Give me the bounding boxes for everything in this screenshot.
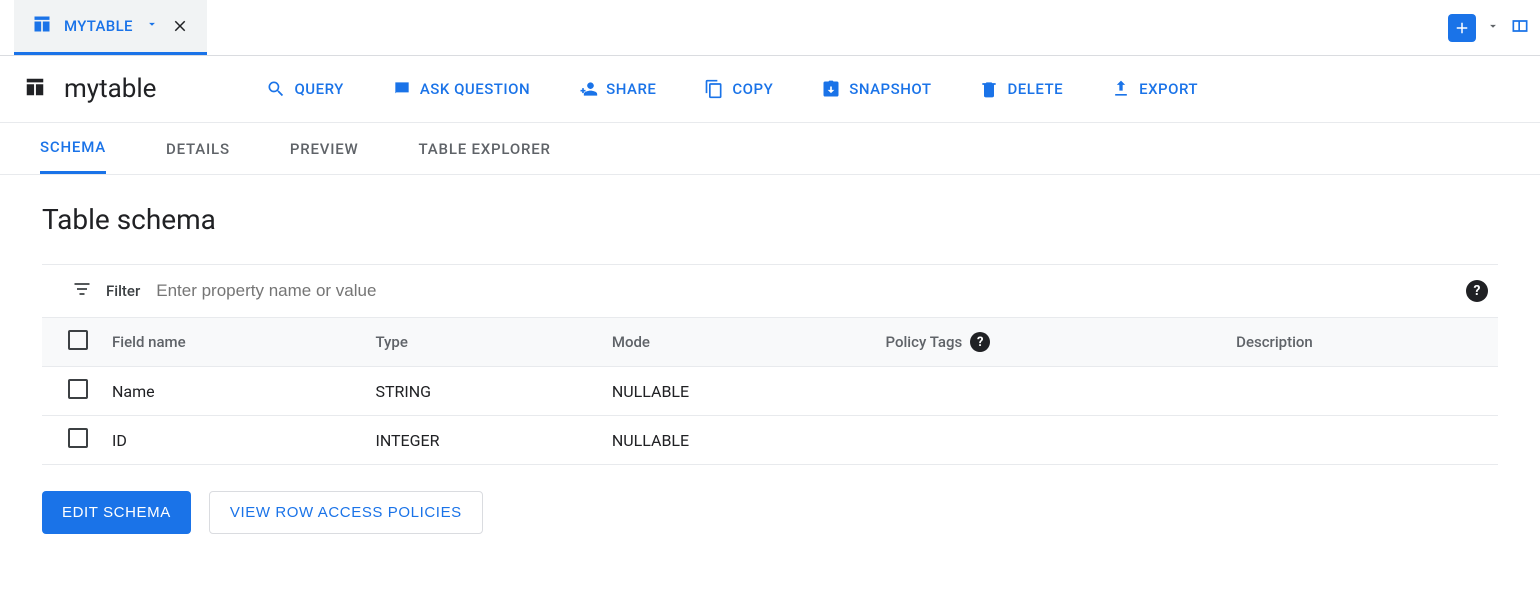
cell-field-name: Name	[102, 367, 365, 416]
table-header-row: Field name Type Mode Policy Tags ? Descr…	[42, 318, 1498, 367]
tab-details[interactable]: DETAILS	[166, 123, 230, 174]
schema-button-row: EDIT SCHEMA VIEW ROW ACCESS POLICIES	[42, 491, 1498, 534]
cell-mode: NULLABLE	[602, 416, 876, 465]
add-tab-button[interactable]	[1448, 14, 1476, 42]
help-icon[interactable]: ?	[970, 332, 990, 352]
schema-table: Field name Type Mode Policy Tags ? Descr…	[42, 317, 1498, 465]
ask-question-button[interactable]: ASK QUESTION	[392, 79, 530, 99]
export-label: EXPORT	[1139, 80, 1198, 98]
select-all-checkbox[interactable]	[68, 330, 88, 350]
ask-question-label: ASK QUESTION	[420, 80, 530, 98]
page-title: mytable	[64, 74, 156, 104]
filter-icon	[72, 279, 92, 303]
panel-icon[interactable]	[1510, 16, 1530, 40]
action-toolbar: QUERY ASK QUESTION SHARE COPY SNAPSHOT D…	[266, 79, 1198, 99]
filter-label: Filter	[106, 282, 140, 300]
row-checkbox[interactable]	[68, 428, 88, 448]
snapshot-label: SNAPSHOT	[849, 80, 931, 98]
cell-policy	[876, 367, 1227, 416]
cell-description	[1226, 416, 1498, 465]
title-bar: mytable QUERY ASK QUESTION SHARE COPY SN…	[0, 56, 1540, 123]
col-mode: Mode	[602, 318, 876, 367]
cell-policy	[876, 416, 1227, 465]
delete-label: DELETE	[1007, 80, 1063, 98]
filter-row: Filter ?	[42, 264, 1498, 317]
tabbar-right-controls	[1448, 0, 1540, 55]
document-tab-mytable[interactable]: MYTABLE	[14, 0, 207, 55]
col-description: Description	[1226, 318, 1498, 367]
tab-menu-chevron-icon[interactable]	[1486, 19, 1500, 37]
schema-panel: Table schema Filter ? Field name Type Mo…	[0, 175, 1540, 562]
section-heading: Table schema	[42, 203, 1498, 236]
tab-table-explorer[interactable]: TABLE EXPLORER	[419, 123, 551, 174]
share-label: SHARE	[606, 80, 656, 98]
view-row-access-policies-button[interactable]: VIEW ROW ACCESS POLICIES	[209, 491, 483, 534]
col-policy: Policy Tags ?	[876, 318, 1227, 367]
chevron-down-icon[interactable]	[145, 17, 159, 35]
filter-input[interactable]	[154, 280, 1452, 302]
copy-label: COPY	[732, 80, 773, 98]
snapshot-button[interactable]: SNAPSHOT	[821, 79, 931, 99]
cell-type: INTEGER	[365, 416, 601, 465]
export-button[interactable]: EXPORT	[1111, 79, 1198, 99]
share-button[interactable]: SHARE	[578, 79, 656, 99]
tab-schema[interactable]: SCHEMA	[40, 123, 106, 174]
col-type: Type	[365, 318, 601, 367]
edit-schema-button[interactable]: EDIT SCHEMA	[42, 491, 191, 534]
delete-button[interactable]: DELETE	[979, 79, 1063, 99]
close-icon[interactable]	[171, 17, 189, 35]
cell-type: STRING	[365, 367, 601, 416]
cell-description	[1226, 367, 1498, 416]
section-tabs: SCHEMA DETAILS PREVIEW TABLE EXPLORER	[0, 123, 1540, 175]
document-tab-bar: MYTABLE	[0, 0, 1540, 56]
help-icon[interactable]: ?	[1466, 280, 1488, 302]
query-button[interactable]: QUERY	[266, 79, 343, 99]
table-row: ID INTEGER NULLABLE	[42, 416, 1498, 465]
cell-mode: NULLABLE	[602, 367, 876, 416]
cell-field-name: ID	[102, 416, 365, 465]
table-icon	[32, 14, 52, 38]
row-checkbox[interactable]	[68, 379, 88, 399]
table-row: Name STRING NULLABLE	[42, 367, 1498, 416]
document-tab-label: MYTABLE	[64, 17, 133, 35]
col-policy-label: Policy Tags	[886, 333, 963, 351]
copy-button[interactable]: COPY	[704, 79, 773, 99]
table-icon	[24, 76, 46, 102]
tab-preview[interactable]: PREVIEW	[290, 123, 359, 174]
col-field-name: Field name	[102, 318, 365, 367]
query-label: QUERY	[294, 80, 343, 98]
